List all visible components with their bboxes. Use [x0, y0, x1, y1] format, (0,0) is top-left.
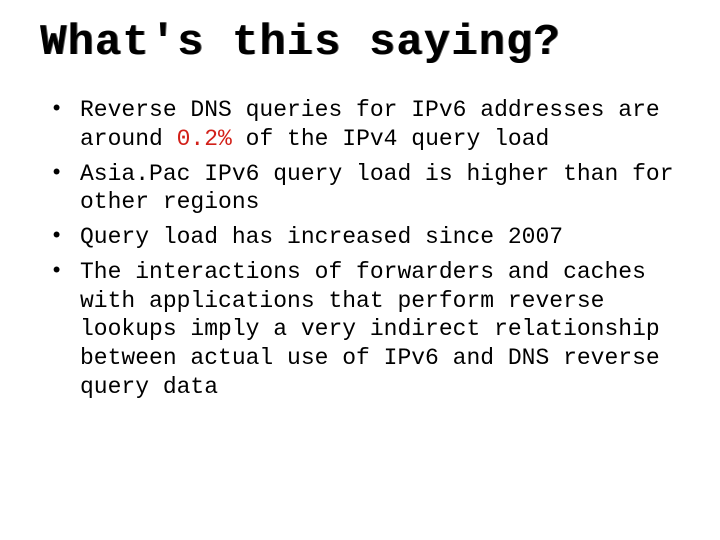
bullet-text: Query load has increased since 2007 [80, 224, 563, 250]
list-item: Reverse DNS queries for IPv6 addresses a… [40, 96, 680, 154]
bullet-list: Reverse DNS queries for IPv6 addresses a… [40, 96, 680, 402]
list-item: Asia.Pac IPv6 query load is higher than … [40, 160, 680, 218]
highlight-percent: 0.2% [177, 126, 232, 152]
bullet-text-post: of the IPv4 query load [232, 126, 549, 152]
bullet-text: The interactions of forwarders and cache… [80, 259, 660, 400]
slide: What's this saying? Reverse DNS queries … [0, 0, 720, 540]
slide-title: What's this saying? [40, 18, 680, 68]
list-item: The interactions of forwarders and cache… [40, 258, 680, 402]
bullet-text: Asia.Pac IPv6 query load is higher than … [80, 161, 674, 216]
list-item: Query load has increased since 2007 [40, 223, 680, 252]
